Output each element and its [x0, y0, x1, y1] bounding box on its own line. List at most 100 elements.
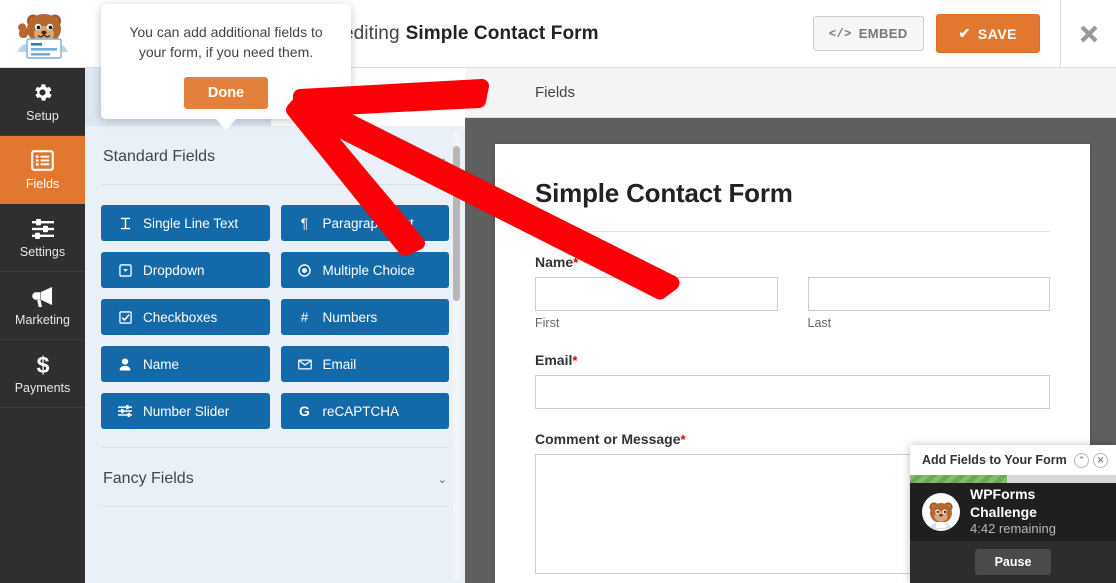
sliders-icon — [31, 217, 55, 241]
save-button-label: SAVE — [978, 26, 1017, 42]
challenge-time-remaining: 4:42 remaining — [970, 521, 1104, 537]
preview-field-email-label: Email* — [535, 352, 1050, 368]
field-button-recaptcha[interactable]: G reCAPTCHA — [281, 393, 450, 429]
tooltip-done-button[interactable]: Done — [184, 77, 268, 109]
sidebar-item-marketing[interactable]: Marketing — [0, 272, 85, 340]
field-button-dropdown[interactable]: Dropdown — [101, 252, 270, 288]
sidebar-item-settings-label: Settings — [20, 245, 65, 259]
field-label-text: Email — [535, 352, 572, 368]
embed-button[interactable]: </> EMBED — [813, 16, 924, 51]
field-button-label: reCAPTCHA — [323, 404, 400, 419]
field-button-numbers[interactable]: # Numbers — [281, 299, 450, 335]
close-circle-icon[interactable]: ✕ — [1093, 453, 1108, 468]
header-actions: </> EMBED ✔ SAVE — [813, 14, 1056, 53]
pilcrow-icon: ¶ — [297, 216, 313, 231]
field-button-label: Dropdown — [143, 263, 205, 278]
name-subfields-row: First Last — [535, 277, 1050, 330]
preview-field-name-label: Name* — [535, 254, 1050, 270]
onboarding-tooltip: You can add additional fields to your fo… — [101, 4, 351, 119]
chevron-up-circle-icon[interactable]: ⌃ — [1074, 453, 1089, 468]
field-button-checkboxes[interactable]: Checkboxes — [101, 299, 270, 335]
wpforms-challenge-widget: Add Fields to Your Form ⌃ ✕ — [910, 445, 1116, 583]
field-label-text: Name — [535, 254, 573, 270]
fields-list-scroll-area: Standard Fields ⌄ Single Line Text ¶ Par… — [85, 126, 465, 583]
field-button-label: Paragraph Text — [323, 216, 414, 231]
section-standard-fields[interactable]: Standard Fields ⌄ — [101, 126, 449, 185]
svg-text:$: $ — [36, 353, 49, 377]
text-cursor-icon — [117, 217, 133, 230]
field-button-multiple-choice[interactable]: Multiple Choice — [281, 252, 450, 288]
challenge-footer: Pause — [910, 541, 1116, 583]
name-subfield-first: First — [535, 277, 778, 330]
envelope-icon — [297, 359, 313, 370]
field-button-name[interactable]: Name — [101, 346, 270, 382]
gear-icon — [31, 81, 54, 105]
required-asterisk: * — [680, 432, 685, 447]
checkbox-checked-icon — [117, 311, 133, 324]
field-button-number-slider[interactable]: Number Slider — [101, 393, 270, 429]
section-fancy-fields[interactable]: Fancy Fields ⌄ — [101, 447, 449, 507]
standard-fields-grid: Single Line Text ¶ Paragraph Text Dropdo… — [101, 185, 449, 429]
field-button-single-line-text[interactable]: Single Line Text — [101, 205, 270, 241]
challenge-header-icons: ⌃ ✕ — [1074, 453, 1108, 468]
editing-form-name: Simple Contact Form — [406, 23, 599, 45]
hash-icon: # — [297, 310, 313, 325]
field-label-text: Comment or Message — [535, 431, 680, 447]
preview-field-name[interactable]: Name* First Last — [535, 232, 1050, 330]
sidebar-item-payments-label: Payments — [15, 381, 71, 395]
sidebar-item-fields-label: Fields — [26, 177, 59, 191]
embed-button-label: EMBED — [859, 26, 908, 41]
sidebar-item-fields[interactable]: Fields — [0, 136, 85, 204]
radio-dot-icon — [297, 264, 313, 277]
section-standard-fields-label: Standard Fields — [103, 148, 215, 166]
challenge-title: Add Fields to Your Form — [922, 453, 1067, 467]
preview-field-email[interactable]: Email* — [535, 330, 1050, 409]
breadcrumb: Fields — [535, 84, 575, 101]
sidebar-item-settings[interactable]: Settings — [0, 204, 85, 272]
field-button-label: Checkboxes — [143, 310, 217, 325]
sliders-icon — [117, 405, 133, 417]
email-input[interactable] — [535, 375, 1050, 409]
chevron-down-icon: ⌄ — [438, 473, 447, 486]
challenge-info: WPForms Challenge 4:42 remaining — [970, 486, 1104, 537]
preview-breadcrumb-bar: Fields — [465, 68, 1116, 118]
chevron-down-icon: ⌄ — [438, 151, 447, 164]
last-name-input[interactable] — [808, 277, 1051, 311]
field-button-paragraph-text[interactable]: ¶ Paragraph Text — [281, 205, 450, 241]
google-g-icon: G — [297, 403, 313, 419]
pause-button[interactable]: Pause — [975, 549, 1052, 575]
required-asterisk: * — [572, 353, 577, 368]
caret-square-down-icon — [117, 264, 133, 277]
first-name-input[interactable] — [535, 277, 778, 311]
save-button[interactable]: ✔ SAVE — [936, 14, 1040, 53]
last-name-sublabel: Last — [808, 316, 1051, 330]
panel-scrollbar-thumb[interactable] — [453, 146, 460, 301]
sidebar-item-setup[interactable]: Setup — [0, 68, 85, 136]
field-button-label: Numbers — [323, 310, 378, 325]
section-fancy-fields-label: Fancy Fields — [103, 470, 194, 488]
first-name-sublabel: First — [535, 316, 778, 330]
code-icon: </> — [829, 27, 852, 41]
dollar-icon: $ — [34, 353, 52, 377]
close-icon — [1079, 24, 1099, 44]
wpforms-form-builder: Now editing Simple Contact Form </> EMBE… — [0, 0, 1116, 583]
sidebar-item-marketing-label: Marketing — [15, 313, 70, 327]
check-icon: ✔ — [959, 25, 971, 42]
challenge-progress-bar — [910, 475, 1116, 483]
name-subfield-last: Last — [808, 277, 1051, 330]
add-fields-panel: Add Fields ⌄ Field Options › Standard Fi… — [85, 68, 465, 583]
challenge-body: WPForms Challenge 4:42 remaining — [910, 483, 1116, 541]
field-button-email[interactable]: Email — [281, 346, 450, 382]
user-icon — [117, 358, 133, 371]
tooltip-pointer — [215, 118, 237, 130]
challenge-name: WPForms Challenge — [970, 486, 1104, 521]
field-button-label: Email — [323, 357, 357, 372]
list-icon — [31, 149, 54, 173]
challenge-header: Add Fields to Your Form ⌃ ✕ — [910, 445, 1116, 475]
sidebar-item-payments[interactable]: $ Payments — [0, 340, 85, 408]
challenge-progress-fill — [910, 475, 1007, 483]
builder-sidebar: Setup Fields Settings — [0, 68, 85, 583]
required-asterisk: * — [573, 255, 578, 270]
close-builder-button[interactable] — [1060, 0, 1116, 68]
field-button-label: Multiple Choice — [323, 263, 415, 278]
